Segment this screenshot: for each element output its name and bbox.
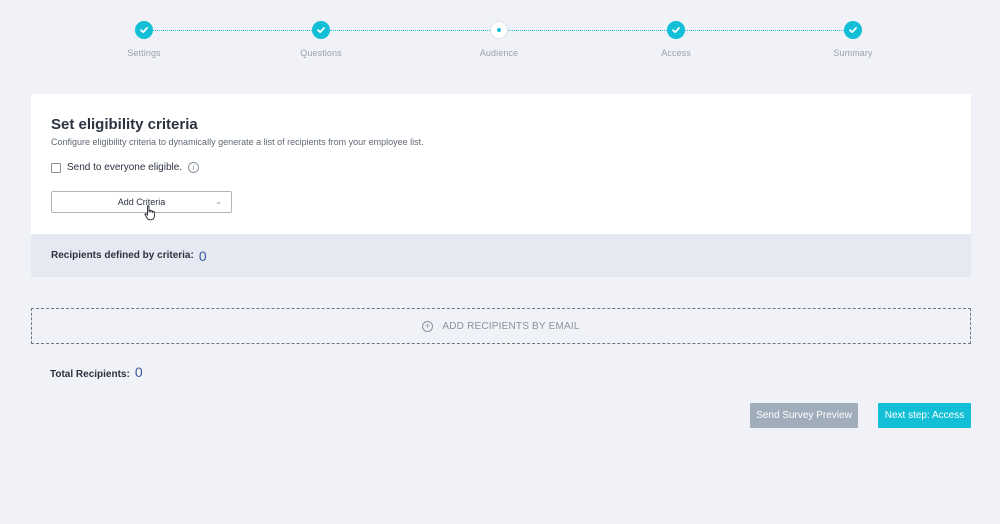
eligibility-criteria-card: Set eligibility criteria Configure eligi… — [31, 94, 971, 277]
step-label: Access — [661, 48, 691, 58]
check-icon — [312, 21, 330, 39]
total-recipients: Total Recipients: 0 — [50, 364, 143, 380]
send-everyone-row: Send to everyone eligible. i — [51, 162, 200, 173]
step-summary[interactable]: Summary — [793, 21, 913, 58]
total-recipients-label: Total Recipients: — [50, 369, 130, 380]
step-label: Summary — [833, 48, 873, 58]
step-label: Settings — [127, 48, 161, 58]
progress-stepper: Settings Questions Audience Access Summa… — [0, 0, 1000, 70]
add-criteria-label: Add Criteria — [117, 197, 166, 207]
add-criteria-dropdown[interactable]: Add Criteria ⌄ — [51, 191, 232, 213]
total-recipients-count: 0 — [134, 364, 143, 380]
add-recipients-by-email-button[interactable]: + ADD RECIPIENTS BY EMAIL — [31, 308, 971, 344]
step-audience[interactable]: Audience — [439, 21, 559, 58]
recipients-by-criteria-count: 0 — [198, 247, 207, 264]
step-access[interactable]: Access — [616, 21, 736, 58]
step-settings[interactable]: Settings — [84, 21, 204, 58]
step-label: Questions — [300, 48, 342, 58]
check-icon — [667, 21, 685, 39]
criteria-recipients-bar: Recipients defined by criteria: 0 — [31, 234, 971, 277]
send-survey-preview-button[interactable]: Send Survey Preview — [750, 403, 858, 428]
add-recipients-by-email-label: ADD RECIPIENTS BY EMAIL — [442, 320, 580, 332]
step-label: Audience — [479, 48, 519, 58]
send-everyone-label[interactable]: Send to everyone eligible. — [67, 162, 182, 173]
send-everyone-checkbox[interactable] — [51, 162, 61, 173]
check-icon — [135, 21, 153, 39]
check-icon — [844, 21, 862, 39]
step-questions[interactable]: Questions — [261, 21, 381, 58]
hand-pointer-cursor-icon — [144, 205, 155, 221]
chevron-down-icon: ⌄ — [215, 197, 222, 206]
current-step-dot-icon — [490, 21, 508, 39]
card-title: Set eligibility criteria — [51, 116, 198, 133]
recipients-by-criteria-label: Recipients defined by criteria: — [51, 250, 194, 261]
card-description: Configure eligibility criteria to dynami… — [51, 137, 424, 147]
plus-circle-icon: + — [422, 320, 434, 332]
next-step-access-button[interactable]: Next step: Access — [878, 403, 971, 428]
info-icon[interactable]: i — [188, 162, 200, 173]
